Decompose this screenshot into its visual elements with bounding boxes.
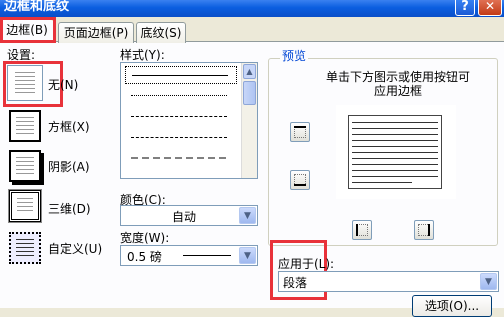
custom-border-icon[interactable] xyxy=(9,232,41,264)
box-border-icon[interactable] xyxy=(9,110,41,142)
style-item-dotted[interactable] xyxy=(125,87,237,105)
preview-diagram[interactable] xyxy=(336,105,456,199)
setting-custom-label[interactable]: 自定义(U) xyxy=(48,240,102,257)
setting-box-label[interactable]: 方框(X) xyxy=(48,118,90,135)
chevron-down-icon[interactable]: ▼ xyxy=(480,273,497,290)
width-label: 宽度(W): xyxy=(120,231,170,245)
style-item-dashed[interactable] xyxy=(125,129,237,147)
setting-shadow-label[interactable]: 阴影(A) xyxy=(48,158,90,175)
scroll-thumb[interactable] xyxy=(243,81,256,105)
style-list[interactable]: ▲ xyxy=(120,62,258,179)
help-button[interactable]: ? xyxy=(455,0,475,16)
setting-3d-label[interactable]: 三维(D) xyxy=(48,200,91,217)
shadow-border-icon[interactable] xyxy=(9,150,41,182)
title-bar: 边框和底纹 ? ✕ xyxy=(0,0,504,17)
apply-to-label: 应用于(L): xyxy=(278,257,335,271)
setting-none-label[interactable]: 无(N) xyxy=(48,76,78,93)
style-list-scrollbar[interactable]: ▲ xyxy=(241,63,257,178)
preview-label: 预览 xyxy=(280,47,309,64)
apply-to-select[interactable]: 段落 ▼ xyxy=(278,271,499,292)
width-value: 0.5 磅 xyxy=(127,250,162,264)
preview-hint-line2: 应用边框 xyxy=(373,84,422,98)
style-label: 样式(Y): xyxy=(120,48,165,62)
width-select[interactable]: 0.5 磅 ▼ xyxy=(120,245,258,266)
color-select[interactable]: 自动 ▼ xyxy=(120,205,258,226)
width-sample-line xyxy=(183,255,231,256)
color-value: 自动 xyxy=(172,210,197,224)
close-button[interactable]: ✕ xyxy=(478,0,502,16)
window-title: 边框和底纹 xyxy=(4,0,70,14)
top-border-button[interactable] xyxy=(290,122,310,142)
chevron-down-icon[interactable]: ▼ xyxy=(239,247,256,264)
tab-shading[interactable]: 底纹(S) xyxy=(136,22,186,43)
3d-border-icon[interactable] xyxy=(8,189,42,223)
bottom-border-button[interactable] xyxy=(290,170,310,190)
left-border-button[interactable] xyxy=(352,220,372,240)
style-item-dashed-large[interactable] xyxy=(125,150,237,168)
style-item-solid[interactable] xyxy=(125,66,237,84)
apply-to-value: 段落 xyxy=(283,276,308,290)
tab-highlight-box xyxy=(0,17,56,43)
chevron-down-icon[interactable]: ▼ xyxy=(239,207,256,224)
style-item-dashed-small[interactable] xyxy=(125,108,237,126)
scroll-up-arrow-icon[interactable]: ▲ xyxy=(243,64,256,79)
tab-page-borders[interactable]: 页面边框(P) xyxy=(58,22,134,43)
right-border-button[interactable] xyxy=(414,220,434,240)
no-border-icon[interactable] xyxy=(7,65,43,101)
options-button[interactable]: 选项(O)... xyxy=(412,295,492,317)
